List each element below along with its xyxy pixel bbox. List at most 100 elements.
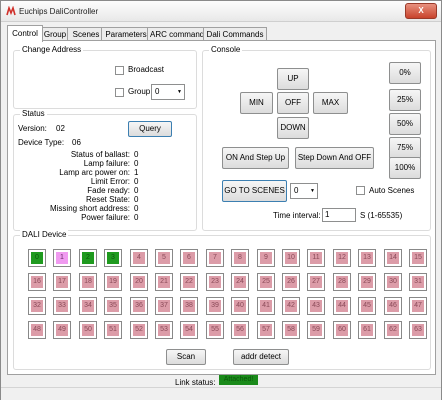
dali-device-button[interactable]: 55 (206, 321, 224, 339)
scan-button[interactable]: Scan (166, 349, 206, 365)
broadcast-checkbox[interactable] (115, 66, 124, 75)
dali-device-button[interactable]: 21 (155, 273, 173, 291)
max-button[interactable]: MAX (313, 92, 348, 114)
dali-device-label: 54 (183, 324, 195, 336)
dali-device-button[interactable]: 62 (384, 321, 402, 339)
level-0-button[interactable]: 0% (389, 62, 421, 84)
query-button[interactable]: Query (128, 121, 172, 137)
dali-device-button[interactable]: 28 (333, 273, 351, 291)
dali-device-button[interactable]: 44 (333, 297, 351, 315)
dali-device-button[interactable]: 41 (257, 297, 275, 315)
dali-device-button[interactable]: 23 (206, 273, 224, 291)
dali-device-button[interactable]: 60 (333, 321, 351, 339)
dali-device-button[interactable]: 16 (28, 273, 46, 291)
dali-device-button[interactable]: 32 (28, 297, 46, 315)
off-button[interactable]: OFF (277, 92, 309, 114)
auto-scenes-checkbox[interactable] (356, 186, 365, 195)
dali-device-label: 10 (285, 252, 297, 264)
dali-device-button[interactable]: 34 (79, 297, 97, 315)
dali-device-button[interactable]: 20 (130, 273, 148, 291)
level-75-button[interactable]: 75% (389, 137, 421, 159)
dali-device-button[interactable]: 14 (384, 249, 402, 267)
dali-device-button[interactable]: 6 (180, 249, 198, 267)
dali-device-button[interactable]: 11 (307, 249, 325, 267)
dali-device-button[interactable]: 10 (282, 249, 300, 267)
group-checkbox[interactable] (115, 88, 124, 97)
dali-device-button[interactable]: 0 (28, 249, 46, 267)
dali-device-button[interactable]: 39 (206, 297, 224, 315)
dali-device-button[interactable]: 3 (104, 249, 122, 267)
dali-device-button[interactable]: 58 (282, 321, 300, 339)
dali-device-button[interactable]: 26 (282, 273, 300, 291)
dali-device-button[interactable]: 2 (79, 249, 97, 267)
dali-device-button[interactable]: 57 (257, 321, 275, 339)
level-25-button[interactable]: 25% (389, 89, 421, 111)
dali-device-button[interactable]: 47 (409, 297, 427, 315)
dali-device-button[interactable]: 36 (130, 297, 148, 315)
up-button[interactable]: UP (277, 68, 309, 90)
dali-device-button[interactable]: 35 (104, 297, 122, 315)
close-button[interactable]: X (405, 3, 437, 19)
time-interval-input[interactable]: 1 (322, 208, 356, 222)
dali-device-button[interactable]: 42 (282, 297, 300, 315)
dali-device-button[interactable]: 61 (358, 321, 376, 339)
status-row-label: Lamp failure: (83, 159, 130, 168)
step-down-and-off-button[interactable]: Step Down And OFF (295, 147, 374, 169)
dali-device-button[interactable]: 52 (130, 321, 148, 339)
dali-device-button[interactable]: 45 (358, 297, 376, 315)
tab-parameters[interactable]: Parameters (101, 27, 151, 41)
down-button[interactable]: DOWN (277, 117, 309, 139)
dali-device-label: 48 (31, 324, 43, 336)
dali-device-button[interactable]: 7 (206, 249, 224, 267)
dali-device-label: 21 (158, 276, 170, 288)
dali-device-button[interactable]: 54 (180, 321, 198, 339)
min-button[interactable]: MIN (240, 92, 273, 114)
dali-device-button[interactable]: 15 (409, 249, 427, 267)
dali-device-label: 34 (82, 300, 94, 312)
dali-device-button[interactable]: 25 (257, 273, 275, 291)
dali-device-button[interactable]: 48 (28, 321, 46, 339)
dali-device-button[interactable]: 19 (104, 273, 122, 291)
dali-device-button[interactable]: 12 (333, 249, 351, 267)
tab-arc-command[interactable]: ARC command (147, 27, 207, 41)
dali-device-button[interactable]: 38 (180, 297, 198, 315)
go-to-scenes-button[interactable]: GO TO SCENES (222, 180, 287, 202)
scene-select[interactable]: 0 ▼ (290, 183, 318, 199)
dali-device-button[interactable]: 27 (307, 273, 325, 291)
dali-device-button[interactable]: 40 (231, 297, 249, 315)
dali-device-button[interactable]: 37 (155, 297, 173, 315)
dali-device-button[interactable]: 50 (79, 321, 97, 339)
dali-device-button[interactable]: 13 (358, 249, 376, 267)
dali-device-button[interactable]: 31 (409, 273, 427, 291)
dali-device-button[interactable]: 9 (257, 249, 275, 267)
tab-scenes[interactable]: Scenes (67, 27, 105, 41)
dali-device-button[interactable]: 51 (104, 321, 122, 339)
dali-device-button[interactable]: 17 (53, 273, 71, 291)
addr-detect-button[interactable]: addr detect (233, 349, 289, 365)
dali-device-button[interactable]: 59 (307, 321, 325, 339)
dali-device-button[interactable]: 63 (409, 321, 427, 339)
dali-device-button[interactable]: 24 (231, 273, 249, 291)
dali-device-button[interactable]: 56 (231, 321, 249, 339)
dali-device-button[interactable]: 33 (53, 297, 71, 315)
dali-device-button[interactable]: 43 (307, 297, 325, 315)
level-50-button[interactable]: 50% (389, 113, 421, 135)
dali-device-button[interactable]: 18 (79, 273, 97, 291)
on-and-step-up-button[interactable]: ON And Step Up (222, 147, 289, 169)
level-100-button[interactable]: 100% (389, 157, 421, 179)
dali-device-button[interactable]: 1 (53, 249, 71, 267)
change-address-group: Change Address Broadcast Group 0 ▼ (13, 45, 197, 109)
dali-device-button[interactable]: 29 (358, 273, 376, 291)
tab-dali-commands[interactable]: Dali Commands (203, 27, 267, 41)
dali-device-button[interactable]: 46 (384, 297, 402, 315)
dali-device-button[interactable]: 30 (384, 273, 402, 291)
group-select[interactable]: 0 ▼ (151, 84, 185, 100)
dali-device-button[interactable]: 49 (53, 321, 71, 339)
dali-device-button[interactable]: 4 (130, 249, 148, 267)
tab-control[interactable]: Control (7, 25, 43, 42)
dali-device-button[interactable]: 5 (155, 249, 173, 267)
dali-device-button[interactable]: 8 (231, 249, 249, 267)
dali-device-button[interactable]: 53 (155, 321, 173, 339)
dali-device-label: 42 (285, 300, 297, 312)
dali-device-button[interactable]: 22 (180, 273, 198, 291)
